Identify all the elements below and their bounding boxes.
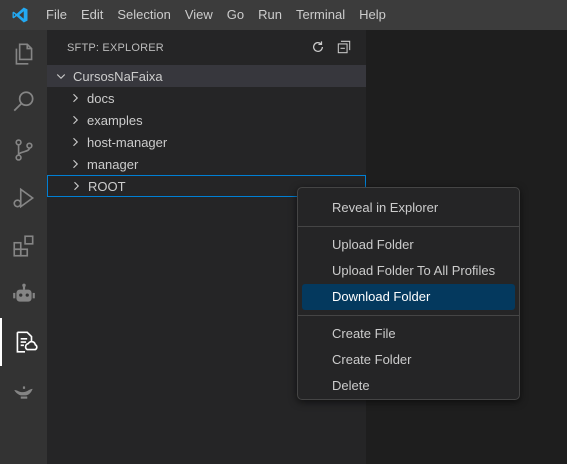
menu-selection[interactable]: Selection	[110, 0, 177, 30]
menu-terminal[interactable]: Terminal	[289, 0, 352, 30]
files-icon[interactable]	[0, 30, 47, 78]
tree-item-label: examples	[87, 112, 143, 128]
collapse-all-icon[interactable]	[336, 39, 352, 55]
menu-item-create-folder[interactable]: Create Folder	[302, 347, 515, 373]
tree-item-label: host-manager	[87, 134, 168, 150]
vscode-logo-icon	[8, 3, 32, 27]
context-menu: Reveal in Explorer Upload Folder Upload …	[297, 187, 520, 400]
menu-separator	[298, 226, 519, 227]
menu-item-upload-folder[interactable]: Upload Folder	[302, 232, 515, 258]
menu-go[interactable]: Go	[220, 0, 251, 30]
run-debug-icon[interactable]	[0, 174, 47, 222]
extensions-icon[interactable]	[0, 222, 47, 270]
chevron-right-icon	[68, 178, 84, 194]
menu-item-create-file[interactable]: Create File	[302, 321, 515, 347]
activity-bar	[0, 30, 47, 464]
tree-item-label: ROOT	[88, 178, 126, 194]
sidebar-header: SFTP: EXPLORER	[47, 30, 366, 65]
menu-item-upload-folder-all-profiles[interactable]: Upload Folder To All Profiles	[302, 258, 515, 284]
menu-view[interactable]: View	[178, 0, 220, 30]
robot-icon[interactable]	[0, 270, 47, 318]
sidebar-title: SFTP: EXPLORER	[67, 41, 164, 54]
tree-item-label: docs	[87, 90, 115, 106]
chevron-right-icon	[67, 112, 83, 128]
chevron-down-icon	[53, 68, 69, 84]
source-control-icon[interactable]	[0, 126, 47, 174]
chevron-right-icon	[67, 90, 83, 106]
tree-root-folder[interactable]: CursosNaFaixa	[47, 65, 366, 87]
tree-item-manager[interactable]: manager	[47, 153, 366, 175]
search-icon[interactable]	[0, 78, 47, 126]
menu-item-delete[interactable]: Delete	[302, 373, 515, 399]
menu-edit[interactable]: Edit	[74, 0, 110, 30]
tree-item-examples[interactable]: examples	[47, 109, 366, 131]
tree-item-label: manager	[87, 156, 139, 172]
tree-item-host-manager[interactable]: host-manager	[47, 131, 366, 153]
menu-run[interactable]: Run	[251, 0, 289, 30]
genie-lamp-icon[interactable]	[0, 366, 47, 414]
menu-file[interactable]: File	[39, 0, 74, 30]
sftp-explorer-icon[interactable]	[0, 318, 47, 366]
chevron-right-icon	[67, 156, 83, 172]
menu-item-download-folder[interactable]: Download Folder	[302, 284, 515, 310]
tree-root-label: CursosNaFaixa	[73, 68, 163, 84]
chevron-right-icon	[67, 134, 83, 150]
menu-item-reveal-in-explorer[interactable]: Reveal in Explorer	[302, 195, 515, 221]
refresh-icon[interactable]	[310, 39, 326, 55]
menu-help[interactable]: Help	[352, 0, 393, 30]
tree-item-docs[interactable]: docs	[47, 87, 366, 109]
menu-separator	[298, 315, 519, 316]
menu-bar: File Edit Selection View Go Run Terminal…	[0, 0, 567, 30]
